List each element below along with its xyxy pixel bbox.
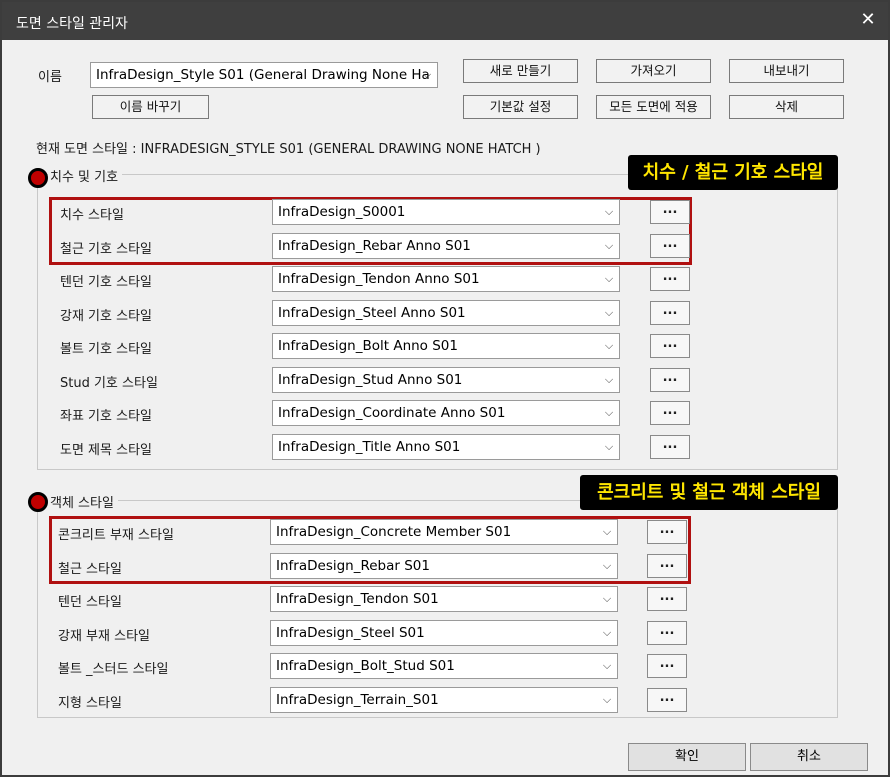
chevron-down-icon: ⌵ xyxy=(602,625,612,639)
style-name-select[interactable]: InfraDesign_Style S01 (General Drawing N… xyxy=(90,62,438,88)
chevron-down-icon: ⌵ xyxy=(602,592,612,606)
group2-row-label: 콘크리트 부재 스타일 xyxy=(58,528,174,543)
set-default-button[interactable]: 기본값 설정 xyxy=(463,95,578,119)
ellipsis-button[interactable]: ... xyxy=(650,434,690,459)
group2-style-select[interactable]: InfraDesign_Bolt_Stud S01 ⌵ xyxy=(270,653,618,680)
chevron-down-icon: ⌵ xyxy=(604,372,614,386)
chevron-down-icon: ⌵ xyxy=(604,305,614,319)
ellipsis-button[interactable]: ... xyxy=(650,233,690,258)
import-button[interactable]: 가져오기 xyxy=(596,59,711,83)
group2-row-label: 강재 부재 스타일 xyxy=(58,628,150,644)
ellipsis-button[interactable]: ... xyxy=(647,520,687,544)
select-value: InfraDesign_Terrain_S01 xyxy=(276,692,439,708)
chevron-down-icon: ⌵ xyxy=(602,693,612,706)
style-name-value: InfraDesign_Style S01 (General Drawing N… xyxy=(96,67,430,83)
group2-title: 객체 스타일 xyxy=(48,492,118,511)
group1-row-label: 철근 기호 스타일 xyxy=(60,241,152,257)
group2-style-select[interactable]: InfraDesign_Rebar S01 ⌵ xyxy=(270,552,618,579)
style-manager-dialog: 도면 스타일 관리자 ✕ 이름 InfraDesign_Style S01 (G… xyxy=(0,0,890,777)
group2-row-label: 볼트 _스터드 스타일 xyxy=(58,662,169,678)
group1-style-select[interactable]: InfraDesign_Title Anno S01 ⌵ xyxy=(272,433,620,460)
group1-marker xyxy=(28,168,48,188)
cancel-button[interactable]: 취소 xyxy=(750,743,868,771)
chevron-down-icon: ⌵ xyxy=(602,525,612,538)
ellipsis-button[interactable]: ... xyxy=(650,300,690,325)
chevron-down-icon: ⌵ xyxy=(604,238,614,252)
select-value: InfraDesign_S0001 xyxy=(278,204,406,220)
chevron-down-icon: ⌵ xyxy=(604,439,614,453)
ellipsis-button[interactable]: ... xyxy=(650,334,690,358)
group1-style-select[interactable]: InfraDesign_Stud Anno S01 ⌵ xyxy=(272,366,620,393)
select-value: InfraDesign_Tendon S01 xyxy=(276,591,439,608)
group2-row-label: 지형 스타일 xyxy=(58,696,122,711)
ellipsis-button[interactable]: ... xyxy=(647,587,687,612)
select-value: InfraDesign_Title Anno S01 xyxy=(278,438,461,455)
title-bar[interactable]: 도면 스타일 관리자 ✕ xyxy=(2,2,888,40)
chevron-down-icon: ⌵ xyxy=(604,272,614,285)
export-button[interactable]: 내보내기 xyxy=(729,59,844,83)
group1-row-label: 볼트 기호 스타일 xyxy=(60,342,152,357)
group1-style-select[interactable]: InfraDesign_S0001 ⌵ xyxy=(272,199,620,225)
apply-all-button[interactable]: 모든 도면에 적용 xyxy=(596,95,711,119)
chevron-down-icon: ⌵ xyxy=(422,68,432,81)
select-value: InfraDesign_Steel Anno S01 xyxy=(278,304,466,321)
group2-style-select[interactable]: InfraDesign_Concrete Member S01 ⌵ xyxy=(270,519,618,545)
select-value: InfraDesign_Concrete Member S01 xyxy=(276,524,512,540)
group1-row-label: 치수 스타일 xyxy=(60,208,124,223)
group1-style-select[interactable]: InfraDesign_Steel Anno S01 ⌵ xyxy=(272,299,620,326)
window-title: 도면 스타일 관리자 xyxy=(16,16,128,32)
ellipsis-button[interactable]: ... xyxy=(647,620,687,645)
ellipsis-button[interactable]: ... xyxy=(650,401,690,425)
chevron-down-icon: ⌵ xyxy=(604,339,614,352)
select-value: InfraDesign_Bolt Anno S01 xyxy=(278,338,458,354)
group1-row-label: 강재 기호 스타일 xyxy=(60,308,152,324)
group2-row-label: 철근 스타일 xyxy=(58,561,122,577)
group1-row-label: 좌표 기호 스타일 xyxy=(60,409,152,424)
rename-button[interactable]: 이름 바꾸기 xyxy=(92,95,209,119)
chevron-down-icon: ⌵ xyxy=(602,659,612,673)
ellipsis-button[interactable]: ... xyxy=(650,267,690,291)
select-value: InfraDesign_Rebar Anno S01 xyxy=(278,237,471,254)
group1-style-select[interactable]: InfraDesign_Tendon Anno S01 ⌵ xyxy=(272,266,620,292)
ellipsis-button[interactable]: ... xyxy=(650,367,690,392)
select-value: InfraDesign_Rebar S01 xyxy=(276,557,430,574)
group2-row-label: 텐던 스타일 xyxy=(58,595,122,611)
select-value: InfraDesign_Steel S01 xyxy=(276,624,425,641)
delete-button[interactable]: 삭제 xyxy=(729,95,844,119)
select-value: InfraDesign_Stud Anno S01 xyxy=(278,371,463,388)
chevron-down-icon: ⌵ xyxy=(604,406,614,419)
close-icon[interactable]: ✕ xyxy=(858,10,878,30)
select-value: InfraDesign_Tendon Anno S01 xyxy=(278,271,480,287)
group1-row-label: 도면 제목 스타일 xyxy=(60,442,152,458)
group2-style-select[interactable]: InfraDesign_Terrain_S01 ⌵ xyxy=(270,687,618,713)
group1-callout: 치수 / 철근 기호 스타일 xyxy=(628,155,838,190)
group2-callout: 콘크리트 및 철근 객체 스타일 xyxy=(580,475,838,510)
new-button[interactable]: 새로 만들기 xyxy=(463,59,578,83)
chevron-down-icon: ⌵ xyxy=(604,205,614,218)
group1-row-label: Stud 기호 스타일 xyxy=(60,375,158,391)
group2-marker xyxy=(28,492,48,512)
group1-style-select[interactable]: InfraDesign_Coordinate Anno S01 ⌵ xyxy=(272,400,620,426)
chevron-down-icon: ⌵ xyxy=(602,558,612,572)
group2-style-select[interactable]: InfraDesign_Steel S01 ⌵ xyxy=(270,619,618,646)
ok-button[interactable]: 확인 xyxy=(628,743,746,771)
ellipsis-button[interactable]: ... xyxy=(647,553,687,578)
group1-row-label: 텐던 기호 스타일 xyxy=(60,275,152,290)
group1-style-select[interactable]: InfraDesign_Rebar Anno S01 ⌵ xyxy=(272,232,620,259)
ellipsis-button[interactable]: ... xyxy=(650,200,690,224)
group1-title: 치수 및 기호 xyxy=(48,166,123,185)
ellipsis-button[interactable]: ... xyxy=(647,688,687,712)
group1-style-select[interactable]: InfraDesign_Bolt Anno S01 ⌵ xyxy=(272,333,620,359)
select-value: InfraDesign_Coordinate Anno S01 xyxy=(278,405,506,421)
select-value: InfraDesign_Bolt_Stud S01 xyxy=(276,658,455,675)
ellipsis-button[interactable]: ... xyxy=(647,654,687,679)
current-style-text: 현재 도면 스타일 : INFRADESIGN_STYLE S01 (GENER… xyxy=(36,142,541,157)
group2-style-select[interactable]: InfraDesign_Tendon S01 ⌵ xyxy=(270,586,618,613)
name-label: 이름 xyxy=(38,70,62,85)
